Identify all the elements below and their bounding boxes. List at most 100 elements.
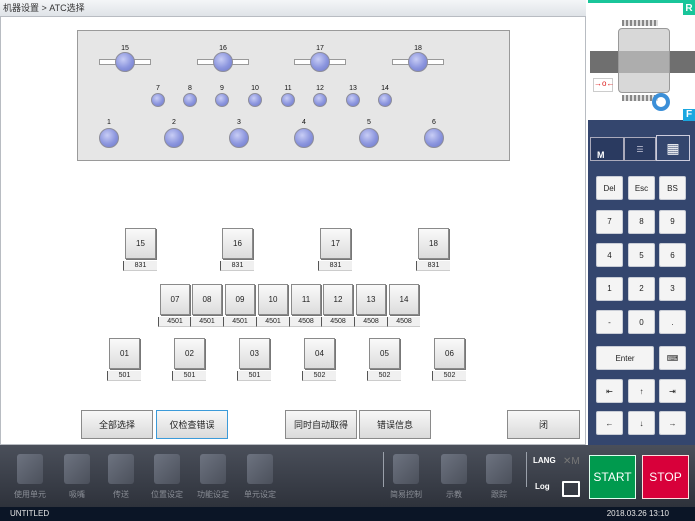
holder-button[interactable]: 05 <box>369 338 400 369</box>
holder-button[interactable]: 15 <box>125 228 156 259</box>
arrow-key[interactable]: ⇤ <box>596 379 623 403</box>
nozzle-medium[interactable] <box>229 128 249 148</box>
select-all-button[interactable]: 全部选择 <box>81 410 153 439</box>
nozzle-label: 17 <box>316 45 324 52</box>
keyboard-icon[interactable]: ⌨ <box>659 346 686 370</box>
holder-value: 4508 <box>354 317 387 327</box>
holder-button[interactable]: 07 <box>160 284 190 315</box>
key-0[interactable]: 0 <box>628 310 655 334</box>
toolbar-button[interactable]: 吸嘴 <box>54 450 100 505</box>
key-3[interactable]: 3 <box>659 276 686 301</box>
nozzle-small[interactable] <box>183 93 197 107</box>
nozzle-small[interactable] <box>151 93 165 107</box>
error-info-button[interactable]: 错误信息 <box>359 410 431 439</box>
nozzle-label: 11 <box>284 85 292 92</box>
holder-button[interactable]: 17 <box>320 228 351 259</box>
machine-diagram[interactable]: R →o← F <box>588 0 695 121</box>
tab-manual[interactable]: M <box>590 137 624 161</box>
holder-button[interactable]: 12 <box>323 284 353 315</box>
holder-value: 831 <box>220 261 254 271</box>
tab-keypad[interactable]: ▦ <box>656 135 690 161</box>
toolbar-button[interactable]: 简易控制 <box>383 450 429 505</box>
holder-button[interactable]: 10 <box>258 284 288 315</box>
nozzle-large[interactable] <box>310 52 330 72</box>
key-7[interactable]: 7 <box>596 209 623 234</box>
holder-button[interactable]: 08 <box>192 284 222 315</box>
key-.[interactable]: . <box>659 310 686 334</box>
toolbar-divider <box>383 452 384 487</box>
maintenance-icon[interactable]: ✕M <box>563 456 580 467</box>
holder-value: 4501 <box>256 317 289 327</box>
tool-label: 简易控制 <box>390 490 422 499</box>
holder-button[interactable]: 09 <box>225 284 255 315</box>
key-1[interactable]: 1 <box>596 276 623 301</box>
arrow-key[interactable]: → <box>659 411 686 435</box>
holder-button[interactable]: 06 <box>434 338 465 369</box>
nozzle-large[interactable] <box>408 52 428 72</box>
toolbar-button[interactable]: 使用单元 <box>7 450 53 505</box>
nozzle-small[interactable] <box>248 93 262 107</box>
key-Esc[interactable]: Esc <box>628 176 655 200</box>
nozzle-label: 7 <box>156 85 160 92</box>
key-2[interactable]: 2 <box>628 276 655 301</box>
tool-label: 吸嘴 <box>69 490 85 499</box>
screen-switch-icon[interactable] <box>562 481 580 497</box>
nozzle-large[interactable] <box>115 52 135 72</box>
toolbar-button[interactable]: 单元设定 <box>237 450 283 505</box>
nozzle-small[interactable] <box>313 93 327 107</box>
nozzle-small[interactable] <box>281 93 295 107</box>
nozzle-medium[interactable] <box>424 128 444 148</box>
holder-button[interactable]: 04 <box>304 338 335 369</box>
nozzle-label: 16 <box>219 45 227 52</box>
toolbar-button[interactable]: 功能设定 <box>190 450 236 505</box>
status-bar: UNTITLED 2018.03.26 13:10 <box>0 507 695 521</box>
arrow-key[interactable]: ← <box>596 411 623 435</box>
nozzle-medium[interactable] <box>359 128 379 148</box>
tab-list[interactable]: ☰ <box>624 137 656 161</box>
holder-button[interactable]: 11 <box>291 284 321 315</box>
start-button[interactable]: START <box>589 455 636 499</box>
toolbar-button[interactable]: 跟踪 <box>476 450 522 505</box>
toolbar-button[interactable]: 位置设定 <box>144 450 190 505</box>
arrow-key[interactable]: ⇥ <box>659 379 686 403</box>
toolbar-button[interactable]: 传送 <box>98 450 144 505</box>
holder-button[interactable]: 13 <box>356 284 386 315</box>
stop-button[interactable]: STOP <box>642 455 689 499</box>
arrow-key[interactable]: ↓ <box>628 411 655 435</box>
key--[interactable]: - <box>596 310 623 334</box>
check-errors-only-button[interactable]: 仅检查错误 <box>156 410 228 439</box>
nozzle-label: 1 <box>107 119 111 126</box>
key-6[interactable]: 6 <box>659 243 686 267</box>
key-Del[interactable]: Del <box>596 176 623 200</box>
holder-button[interactable]: 18 <box>418 228 449 259</box>
nozzle-medium[interactable] <box>294 128 314 148</box>
nozzle-medium[interactable] <box>99 128 119 148</box>
nozzle-small[interactable] <box>346 93 360 107</box>
holder-value: 4508 <box>387 317 420 327</box>
key-8[interactable]: 8 <box>628 209 655 234</box>
tool-icon <box>393 454 419 484</box>
front-indicator: F <box>683 109 695 121</box>
toolbar-button[interactable]: 示教 <box>431 450 477 505</box>
nozzle-large[interactable] <box>213 52 233 72</box>
nozzle-small[interactable] <box>378 93 392 107</box>
arrow-key[interactable]: ↑ <box>628 379 655 403</box>
close-button[interactable]: 闭 <box>507 410 580 439</box>
holder-button[interactable]: 14 <box>389 284 419 315</box>
key-enter[interactable]: Enter <box>596 346 654 370</box>
key-9[interactable]: 9 <box>659 209 686 234</box>
language-button[interactable]: LANG <box>533 456 556 465</box>
rear-indicator: R <box>683 3 695 15</box>
key-4[interactable]: 4 <box>596 243 623 267</box>
holder-button[interactable]: 02 <box>174 338 205 369</box>
key-5[interactable]: 5 <box>628 243 655 267</box>
datetime: 2018.03.26 13:10 <box>606 509 669 518</box>
auto-acquire-button[interactable]: 同时自动取得 <box>285 410 357 439</box>
nozzle-medium[interactable] <box>164 128 184 148</box>
log-button[interactable]: Log <box>535 482 550 491</box>
holder-button[interactable]: 01 <box>109 338 140 369</box>
nozzle-small[interactable] <box>215 93 229 107</box>
key-BS[interactable]: BS <box>659 176 686 200</box>
holder-button[interactable]: 16 <box>222 228 253 259</box>
holder-button[interactable]: 03 <box>239 338 270 369</box>
